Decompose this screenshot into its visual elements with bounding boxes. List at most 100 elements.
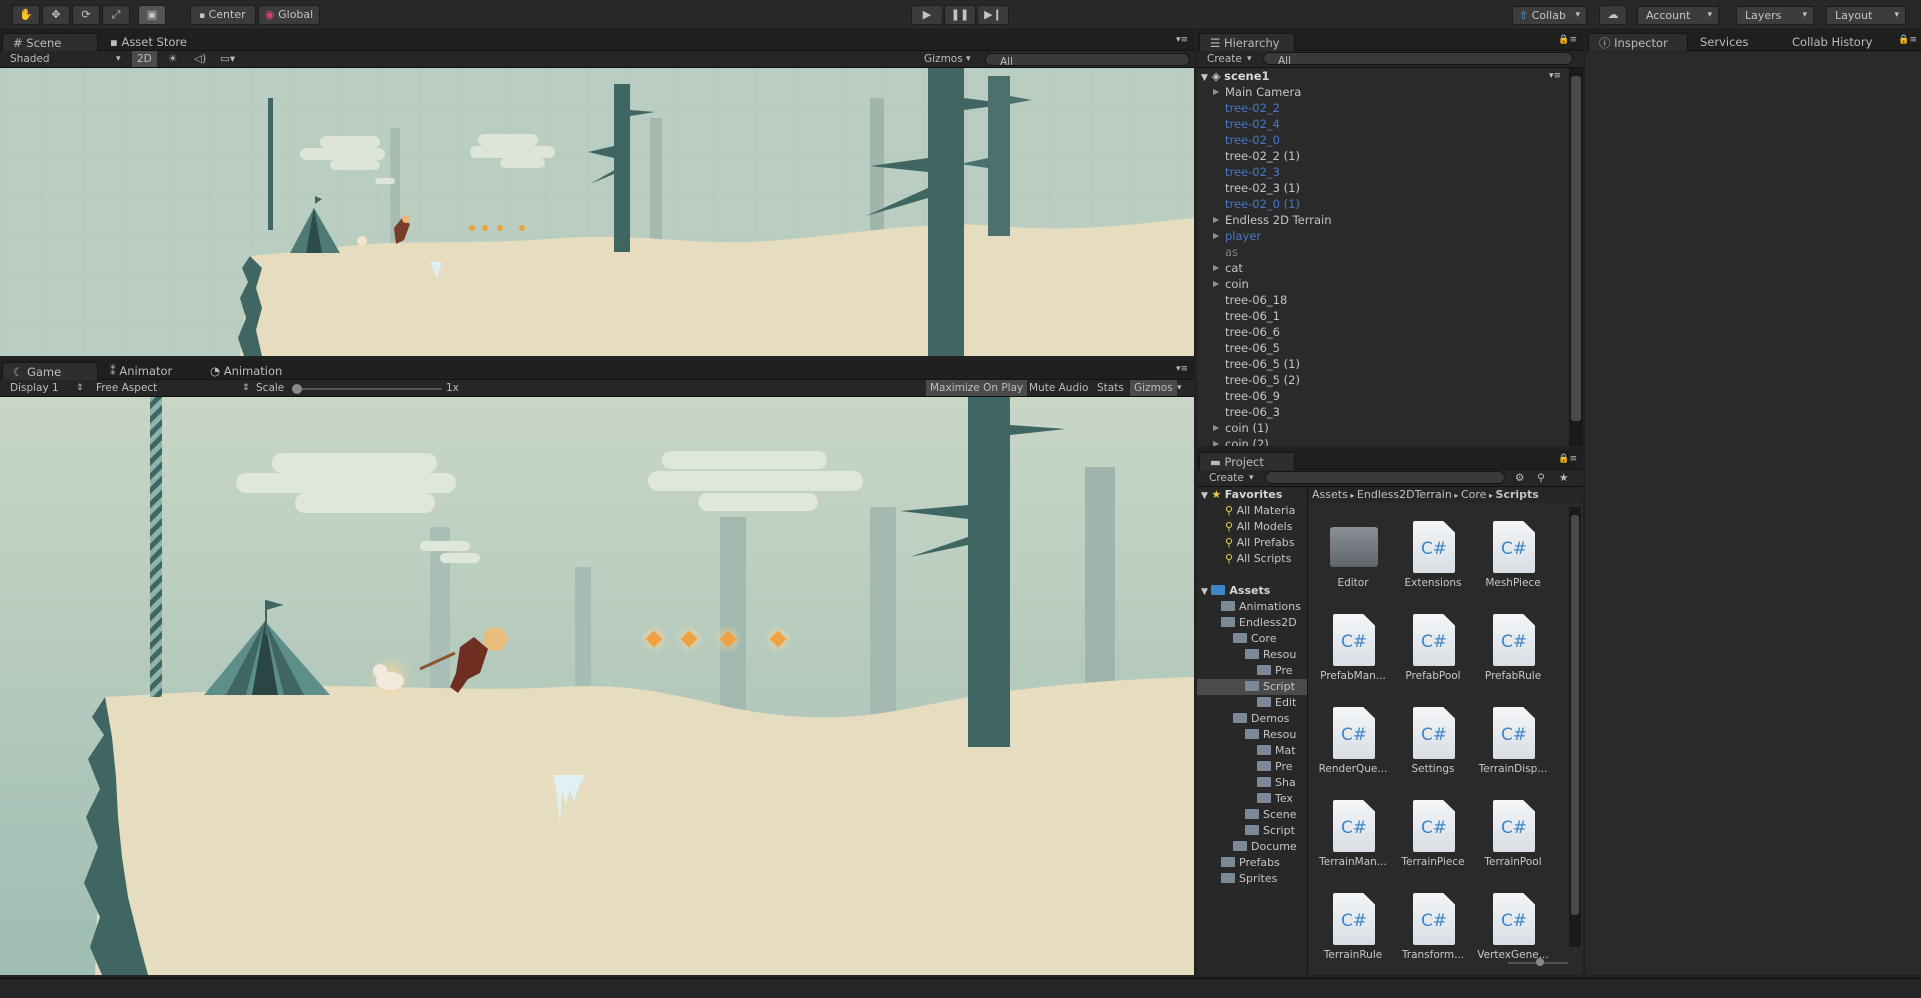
scale-slider[interactable] xyxy=(292,384,442,394)
tab-scene[interactable]: # Scene xyxy=(2,33,98,51)
hierarchy-item[interactable]: ▶ coin (1) xyxy=(1213,420,1557,436)
effects-icon[interactable]: ▭▾ xyxy=(220,51,235,67)
inspector-menu-icon[interactable]: 🔒≡ xyxy=(1898,35,1917,45)
script-asset[interactable]: C# RenderQue... xyxy=(1312,693,1394,783)
expand-arrow-icon[interactable]: ▶ xyxy=(1213,260,1219,276)
hierarchy-scroll-thumb[interactable] xyxy=(1571,76,1581,421)
scale-slider-thumb[interactable] xyxy=(292,384,302,394)
hierarchy-item[interactable]: tree-02_0 (1) xyxy=(1217,196,1557,212)
folder-tree-item[interactable]: Script xyxy=(1245,823,1305,839)
tab-asset-store[interactable]: ▪ Asset Store xyxy=(100,33,200,51)
cloud-button[interactable]: ☁ xyxy=(1599,5,1627,25)
project-search-input[interactable] xyxy=(1265,471,1505,484)
project-create-button[interactable]: Create xyxy=(1209,470,1244,486)
aspect-dropdown[interactable]: Free Aspect xyxy=(96,380,157,396)
rect-tool-button[interactable]: ▣ xyxy=(138,5,166,25)
account-dropdown[interactable]: Account xyxy=(1637,6,1719,25)
tab-hierarchy[interactable]: ☰ Hierarchy xyxy=(1199,33,1295,51)
expand-arrow-icon[interactable]: ▶ xyxy=(1213,228,1219,244)
icon-size-slider-thumb[interactable] xyxy=(1536,958,1544,966)
display-dropdown[interactable]: Display 1 xyxy=(10,380,59,396)
hierarchy-scrollbar[interactable] xyxy=(1569,68,1583,446)
script-asset[interactable]: C# PrefabRule xyxy=(1472,600,1554,690)
folder-tree-item[interactable]: Pre xyxy=(1257,759,1305,775)
maximize-on-play-toggle[interactable]: Maximize On Play xyxy=(926,380,1028,396)
game-panel-menu-icon[interactable]: ▾≡ xyxy=(1176,364,1188,374)
audio-icon[interactable]: ◁) xyxy=(194,51,206,67)
breadcrumb-item[interactable]: Endless2DTerrain xyxy=(1357,488,1452,501)
expand-arrow-icon[interactable]: ▶ xyxy=(1213,276,1219,292)
hierarchy-menu-icon[interactable]: 🔒≡ xyxy=(1558,35,1577,45)
folder-tree-item[interactable]: Pre xyxy=(1257,663,1305,679)
hierarchy-item[interactable]: ▶ coin xyxy=(1213,276,1557,292)
breadcrumb-item[interactable]: Core xyxy=(1461,488,1486,501)
tab-project[interactable]: ▬ Project xyxy=(1199,452,1295,470)
folder-tree-item[interactable]: Sprites xyxy=(1221,871,1305,887)
script-asset[interactable]: C# PrefabPool xyxy=(1392,600,1474,690)
hierarchy-item[interactable]: as xyxy=(1217,244,1557,260)
script-asset[interactable]: C# Settings xyxy=(1392,693,1474,783)
scene-gizmos-dropdown[interactable]: Gizmos xyxy=(924,51,963,67)
hierarchy-item[interactable]: tree-06_5 (2) xyxy=(1217,372,1557,388)
hand-tool-button[interactable]: ✋ xyxy=(12,5,40,25)
hierarchy-item[interactable]: tree-06_9 xyxy=(1217,388,1557,404)
folder-tree-item[interactable]: Resou xyxy=(1245,727,1305,743)
hierarchy-item[interactable]: tree-02_2 (1) xyxy=(1217,148,1557,164)
breadcrumb-item[interactable]: Scripts xyxy=(1496,488,1539,501)
pause-button[interactable]: ❚❚ xyxy=(944,5,976,25)
project-menu-icon[interactable]: 🔒≡ xyxy=(1558,454,1577,464)
hierarchy-item[interactable]: tree-06_18 xyxy=(1217,292,1557,308)
assets-header[interactable]: ▼ Assets xyxy=(1201,583,1305,599)
hierarchy-create-button[interactable]: Create xyxy=(1207,51,1242,67)
folder-tree-item[interactable]: Script xyxy=(1197,679,1307,695)
asset-scrollbar[interactable] xyxy=(1569,507,1581,947)
hierarchy-item[interactable]: tree-02_4 xyxy=(1217,116,1557,132)
draw-mode-dropdown[interactable]: Shaded xyxy=(10,51,50,67)
scene-search-input[interactable]: All xyxy=(985,53,1190,68)
folder-tree-item[interactable]: Edit xyxy=(1257,695,1305,711)
favorite-star-icon[interactable]: ★ xyxy=(1559,470,1568,486)
favorite-item[interactable]: ⚲ All Scripts xyxy=(1225,551,1305,567)
folder-tree-item[interactable]: Prefabs xyxy=(1221,855,1305,871)
collab-dropdown[interactable]: ⇧ Collab xyxy=(1512,6,1587,25)
tab-game[interactable]: ☾ Game xyxy=(2,362,98,380)
tab-collab-history[interactable]: Collab History xyxy=(1782,33,1894,51)
game-view[interactable] xyxy=(0,397,1194,975)
expand-arrow-icon[interactable]: ▶ xyxy=(1213,212,1219,228)
folder-tree-item[interactable]: Core xyxy=(1233,631,1305,647)
mute-audio-toggle[interactable]: Mute Audio xyxy=(1029,380,1088,396)
filter-label-icon[interactable]: ⚲ xyxy=(1537,470,1545,486)
expand-arrow-icon[interactable]: ▶ xyxy=(1213,436,1219,446)
hierarchy-item[interactable]: tree-02_0 xyxy=(1217,132,1557,148)
hierarchy-item[interactable]: ▶ Endless 2D Terrain xyxy=(1213,212,1557,228)
script-asset[interactable]: C# TerrainMan... xyxy=(1312,786,1394,876)
tab-inspector[interactable]: ⓘ Inspector xyxy=(1588,33,1688,51)
breadcrumb-item[interactable]: Assets xyxy=(1312,488,1348,501)
script-asset[interactable]: C# TerrainDisp... xyxy=(1472,693,1554,783)
expand-arrow-icon[interactable]: ▶ xyxy=(1213,84,1219,100)
folder-tree-item[interactable]: Docume xyxy=(1233,839,1305,855)
folder-tree-item[interactable]: Tex xyxy=(1257,791,1305,807)
scene-view[interactable] xyxy=(0,68,1194,356)
hierarchy-item[interactable]: ▶ coin (2) xyxy=(1213,436,1557,446)
move-tool-button[interactable]: ✥ xyxy=(42,5,70,25)
favorite-item[interactable]: ⚲ All Materia xyxy=(1225,503,1305,519)
folder-tree-item[interactable]: Sha xyxy=(1257,775,1305,791)
expand-arrow-icon[interactable]: ▶ xyxy=(1213,420,1219,436)
script-asset[interactable]: C# TerrainRule xyxy=(1312,879,1394,969)
folder-tree-item[interactable]: Mat xyxy=(1257,743,1305,759)
game-gizmos-dropdown[interactable]: Gizmos xyxy=(1130,380,1177,396)
2d-mode-toggle[interactable]: 2D xyxy=(132,51,157,67)
hierarchy-item[interactable]: ▶ Main Camera xyxy=(1213,84,1557,100)
favorites-header[interactable]: ▼ ★ Favorites xyxy=(1201,487,1305,503)
favorite-item[interactable]: ⚲ All Prefabs xyxy=(1225,535,1305,551)
filter-type-icon[interactable]: ⚙ xyxy=(1515,470,1524,486)
stats-toggle[interactable]: Stats xyxy=(1097,380,1124,396)
hierarchy-item[interactable]: tree-06_3 xyxy=(1217,404,1557,420)
rotate-tool-button[interactable]: ⟳ xyxy=(72,5,100,25)
hierarchy-item[interactable]: tree-02_3 (1) xyxy=(1217,180,1557,196)
layout-dropdown[interactable]: Layout xyxy=(1826,6,1906,25)
hierarchy-item[interactable]: ▶ player xyxy=(1213,228,1557,244)
play-button[interactable]: ▶ xyxy=(911,5,943,25)
script-asset[interactable]: C# TerrainPool xyxy=(1472,786,1554,876)
